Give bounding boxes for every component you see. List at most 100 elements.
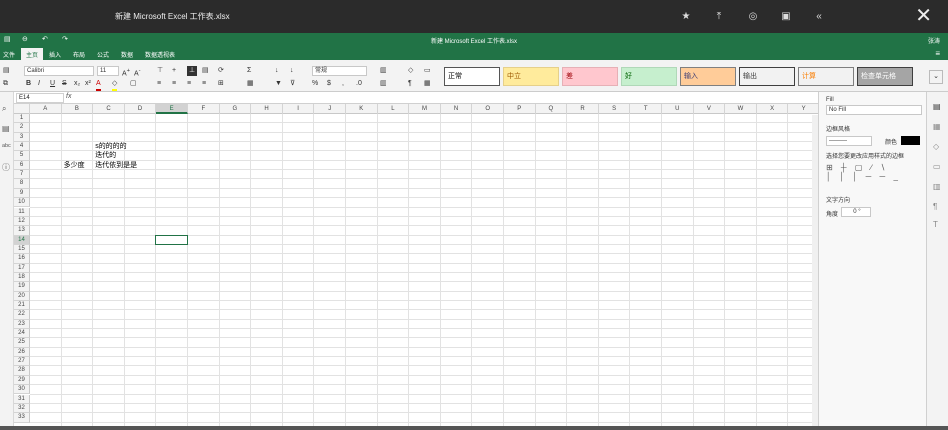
column-header-A[interactable]: A [30, 104, 62, 114]
search-icon[interactable]: ⌕ [2, 104, 6, 114]
sort-asc-icon[interactable]: ↓ [275, 66, 279, 76]
shape-settings-icon[interactable]: ◇ [933, 142, 939, 151]
column-header-X[interactable]: X [757, 104, 789, 114]
row-header-25[interactable]: 25 [14, 338, 30, 348]
align-middle-icon[interactable]: + [172, 66, 176, 76]
cell-style-6[interactable]: 计算 [798, 67, 854, 86]
row-header-11[interactable]: 11 [14, 207, 30, 217]
decimal-icon[interactable]: .0 [356, 79, 362, 89]
number-format-select[interactable]: 常规 [312, 66, 367, 76]
cell-C4[interactable]: s的的的的 [95, 142, 127, 151]
row-header-8[interactable]: 8 [14, 179, 30, 189]
column-header-B[interactable]: B [62, 104, 94, 114]
sort-desc-icon[interactable]: ↓ [290, 66, 294, 76]
justify-icon[interactable]: ≡ [202, 79, 206, 89]
fill-icon[interactable]: ▦ [247, 79, 254, 89]
row-header-6[interactable]: 6 [14, 160, 30, 171]
row-header-13[interactable]: 13 [14, 226, 30, 236]
row-header-24[interactable]: 24 [14, 329, 30, 339]
pin-top-icon[interactable]: ⤒ [710, 8, 728, 26]
formula-input[interactable] [80, 93, 810, 103]
row-header-32[interactable]: 32 [14, 403, 30, 414]
paragraph-settings-icon[interactable]: ¶ [933, 202, 937, 211]
row-header-15[interactable]: 15 [14, 244, 30, 255]
column-header-R[interactable]: R [567, 104, 599, 114]
comma-icon[interactable]: , [342, 79, 344, 89]
merge-icon[interactable]: ⊞ [218, 79, 224, 89]
column-header-D[interactable]: D [125, 104, 157, 114]
fill-select[interactable]: No Fill [826, 105, 922, 115]
copy-icon[interactable]: ⧉ [3, 79, 8, 89]
row-header-20[interactable]: 20 [14, 291, 30, 301]
underline-icon[interactable]: U [50, 79, 55, 89]
menu-insert[interactable]: 插入 [49, 50, 61, 59]
spellcheck-icon[interactable]: ᵃᵇᶜ [2, 142, 11, 151]
menu-data[interactable]: 数据 [121, 50, 133, 59]
row-header-22[interactable]: 22 [14, 310, 30, 320]
menu-file[interactable]: 文件 [3, 50, 15, 59]
borders-icon[interactable]: ▢ [130, 79, 137, 89]
row-header-2[interactable]: 2 [14, 123, 30, 133]
cell-C6[interactable]: 迭代依到是是 [95, 161, 137, 170]
align-bottom-icon[interactable]: ⊥ [187, 66, 197, 76]
wrap-text-icon[interactable]: ▤ [202, 66, 209, 76]
cell-style-7[interactable]: 检查单元格 [857, 67, 913, 86]
column-header-S[interactable]: S [599, 104, 631, 114]
table-settings-icon[interactable]: ▦ [933, 122, 941, 131]
menu-pivot[interactable]: 数据透视表 [145, 50, 175, 59]
column-header-E[interactable]: E [156, 104, 188, 114]
row-header-28[interactable]: 28 [14, 366, 30, 376]
row-header-4[interactable]: 4 [14, 142, 30, 152]
align-right-icon[interactable]: ≡ [187, 79, 191, 89]
column-header-N[interactable]: N [441, 104, 473, 114]
styles-more-icon[interactable]: ⌄ [929, 70, 943, 84]
cell-style-5[interactable]: 输出 [739, 67, 795, 86]
row-header-31[interactable]: 31 [14, 394, 30, 404]
name-box[interactable]: E14 [16, 93, 64, 103]
close-icon[interactable]: ✕ [915, 5, 932, 27]
column-header-P[interactable]: P [504, 104, 536, 114]
row-header-17[interactable]: 17 [14, 263, 30, 273]
superscript-icon[interactable]: x² [85, 79, 91, 89]
row-header-9[interactable]: 9 [14, 188, 30, 199]
column-header-J[interactable]: J [314, 104, 346, 114]
column-header-K[interactable]: K [346, 104, 378, 114]
cell-B6[interactable]: 多少度 [64, 161, 85, 170]
percent-icon[interactable]: % [312, 79, 318, 89]
column-header-C[interactable]: C [93, 104, 125, 114]
image-settings-icon[interactable]: ▭ [933, 162, 941, 171]
border-buttons[interactable]: ⊞ ┼ ▢ ∕ ∖ │ │ │ ─ ─ _ [826, 163, 906, 189]
user-name[interactable]: 张涛 [928, 36, 940, 45]
row-header-30[interactable]: 30 [14, 385, 30, 395]
strike-icon[interactable]: S [62, 79, 67, 89]
column-header-V[interactable]: V [694, 104, 726, 114]
column-header-F[interactable]: F [188, 104, 220, 114]
column-header-Q[interactable]: Q [536, 104, 568, 114]
cell-style-2[interactable]: 差 [562, 67, 618, 86]
row-header-12[interactable]: 12 [14, 216, 30, 227]
text-art-icon[interactable]: T [933, 220, 938, 229]
bold-icon[interactable]: B [26, 79, 31, 89]
column-header-I[interactable]: I [283, 104, 315, 114]
ribbon-toggle-icon[interactable]: ≡ [935, 49, 940, 58]
row-header-1[interactable]: 1 [14, 114, 30, 124]
autosum-icon[interactable]: Σ [247, 66, 251, 76]
subscript-icon[interactable]: x₂ [74, 79, 80, 89]
cell-settings-icon[interactable]: ▤ [933, 102, 941, 111]
delete-icon[interactable]: ▣ [777, 8, 795, 26]
row-header-14[interactable]: 14 [14, 235, 30, 245]
format-painter-icon[interactable]: ¶ [408, 79, 412, 89]
border-color-swatch[interactable] [901, 136, 920, 145]
cell-style-4[interactable]: 输入 [680, 67, 736, 86]
column-header-T[interactable]: T [630, 104, 662, 114]
row-header-26[interactable]: 26 [14, 347, 30, 358]
format-icon[interactable]: ▭ [424, 66, 431, 76]
eraser-icon[interactable]: ◇ [408, 66, 413, 76]
menu-formula[interactable]: 公式 [97, 50, 109, 59]
cell-style-0[interactable]: 正常 [444, 67, 500, 86]
row-header-33[interactable]: 33 [14, 413, 30, 423]
column-header-O[interactable]: O [472, 104, 504, 114]
italic-icon[interactable]: I [38, 79, 40, 89]
column-header-H[interactable]: H [251, 104, 283, 114]
chrome-icon[interactable]: ◎ [744, 8, 762, 26]
